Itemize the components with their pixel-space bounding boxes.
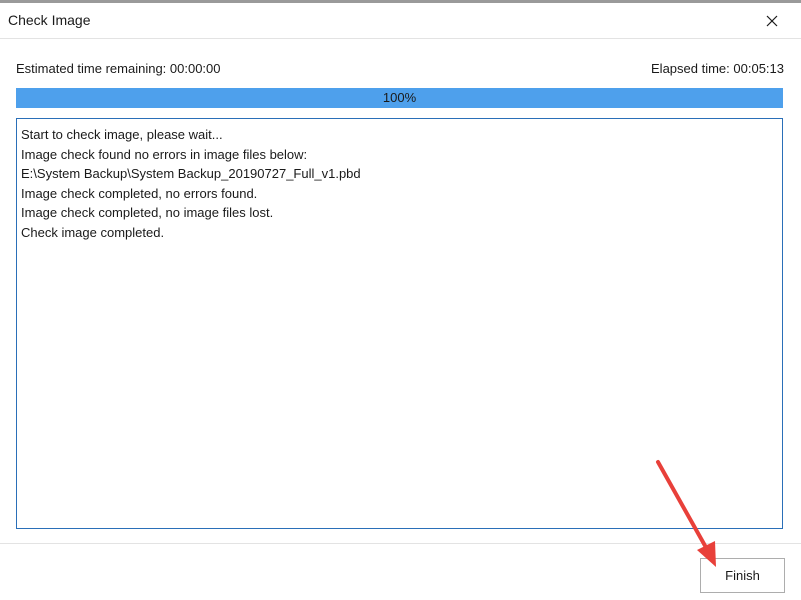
log-output-box[interactable]: Start to check image, please wait... Ima… xyxy=(16,118,783,529)
footer-divider xyxy=(0,543,801,544)
title-bar: Check Image xyxy=(0,3,801,39)
log-line: Image check completed, no image files lo… xyxy=(21,205,274,220)
estimated-time-remaining: Estimated time remaining: 00:00:00 xyxy=(16,61,221,76)
log-line: Image check found no errors in image fil… xyxy=(21,146,308,162)
check-image-dialog: Check Image Estimated time remaining: 00… xyxy=(0,0,801,600)
close-button[interactable] xyxy=(761,10,783,32)
log-line: Start to check image, please wait... xyxy=(21,127,223,142)
close-icon xyxy=(766,15,778,27)
log-line: E:\System Backup\System Backup_20190727_… xyxy=(21,166,361,181)
progress-bar: 100% xyxy=(16,88,783,108)
progress-percent-label: 100% xyxy=(382,90,417,105)
log-line: Image check completed, no errors found. xyxy=(21,185,258,201)
elapsed-time: Elapsed time: 00:05:13 xyxy=(651,61,784,76)
log-line: Check image completed. xyxy=(21,224,165,240)
dialog-title: Check Image xyxy=(8,12,91,28)
finish-button[interactable]: Finish xyxy=(700,558,785,593)
